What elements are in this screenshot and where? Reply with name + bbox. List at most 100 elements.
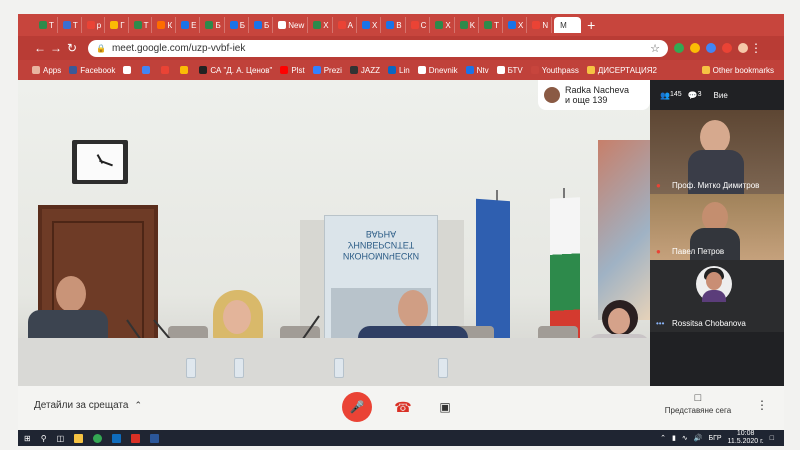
browser-tab[interactable]: B [383,17,406,33]
browser-tab[interactable]: A [335,17,357,33]
notifications-icon[interactable]: □ [770,435,774,442]
tab-favicon [229,21,238,29]
lock-icon: 🔒 [96,43,106,53]
tab-favicon [313,21,322,29]
tab-favicon [337,21,346,29]
participants-button[interactable]: 👥145 [660,91,682,100]
forward-arrow-icon[interactable]: → [48,41,64,55]
end-call-button[interactable]: ☎ [388,392,418,422]
presenter-pill[interactable]: Radka Nacheva и още 139 [538,80,650,110]
acrobat-icon[interactable] [131,433,141,443]
camera-toggle-button[interactable]: ▣ [430,392,460,422]
water-bottle [438,358,448,378]
bookmark-linkedin[interactable]: Lin [388,66,410,75]
chrome-icon[interactable] [93,433,103,443]
file-explorer-icon[interactable] [74,433,84,443]
mic-off-icon: ● [656,247,661,256]
panelist-head [56,276,86,312]
browser-tab[interactable]: X [359,17,382,33]
browser-tab[interactable]: X [505,17,528,33]
bookmark-youthpass[interactable]: Youthpass [530,66,579,75]
outlook-icon[interactable] [112,433,122,443]
more-options-icon[interactable]: ⋮ [756,398,768,412]
chat-icon: 💬 [687,90,698,100]
browser-tab[interactable]: K [457,17,480,33]
clock-face [77,144,123,180]
browser-tab[interactable]: N [529,17,553,33]
bookmark-dissertation[interactable]: ДИСЕРТАЦИЯ2 [586,66,657,75]
tab-favicon [410,21,419,29]
browser-tab[interactable]: X [432,17,455,33]
windows-start-icon[interactable]: ⊞ [24,434,31,443]
word-icon[interactable] [150,433,160,443]
extension-icon[interactable] [674,43,684,53]
bookmark-plst[interactable]: Plst [280,66,305,75]
browser-tab-active[interactable]: M [554,17,582,33]
browser-tab[interactable]: New [275,17,309,33]
tab-favicon [484,21,493,29]
browser-tab[interactable]: К [154,17,177,33]
self-view-label: Вие [713,90,728,100]
new-tab-button[interactable]: + [587,17,595,33]
tab-favicon [181,21,190,29]
bookmark-jazz[interactable]: JAZZ [349,66,380,75]
extension-icon[interactable] [722,43,732,53]
task-view-icon[interactable]: ◫ [57,434,65,443]
wifi-icon[interactable]: ∿ [682,434,688,442]
bookmark-dnevnik[interactable]: Dnevnik [417,66,458,75]
folder-icon [586,66,595,74]
bookmark-item[interactable] [180,66,191,74]
browser-tab[interactable]: T [60,17,82,33]
extension-icon[interactable] [706,43,716,53]
bookmark-item[interactable] [123,66,134,74]
url-bar[interactable]: 🔒 meet.google.com/uzp-vvbf-iek ☆ [88,39,668,57]
wall-clock [72,140,128,184]
reload-icon[interactable]: ↻ [64,41,80,55]
search-icon[interactable]: ⚲ [41,434,47,443]
speaking-indicator-icon: ••• [656,319,665,328]
bookmark-item[interactable] [142,66,153,74]
back-arrow-icon[interactable]: ← [32,41,48,55]
bookmark-prezi[interactable]: Prezi [312,66,342,75]
chat-button[interactable]: 💬3 [688,91,702,100]
browser-tab[interactable]: X [310,17,333,33]
meeting-details-button[interactable]: Детайли за срещата ⌃ [34,400,142,411]
language-indicator[interactable]: БГР [708,435,721,442]
profile-avatar-icon[interactable] [738,43,748,53]
browser-tab[interactable]: T [131,17,153,33]
tab-favicon [133,21,142,29]
bookmark-ntv[interactable]: Ntv [465,66,489,75]
presenter-more: и още 139 [565,95,608,105]
battery-icon[interactable]: ▮ [672,434,676,442]
taskbar-clock[interactable]: 10:08 11.5.2020 г. [728,430,764,446]
browser-tab[interactable]: Е [178,17,201,33]
browser-tab[interactable]: T [481,17,503,33]
volume-icon[interactable]: 🔊 [694,434,703,442]
browser-tab[interactable]: T [36,17,58,33]
tab-favicon [157,21,166,29]
clock-date: 11.5.2020 г. [727,438,764,445]
bookmark-apps[interactable]: Apps [32,66,61,75]
tray-chevron-icon[interactable]: ⌃ [660,434,666,442]
menu-kebab-icon[interactable]: ⋮ [748,41,764,55]
bookmark-facebook[interactable]: Facebook [69,66,115,75]
browser-tab[interactable]: Б [227,17,249,33]
dnevnik-icon [417,66,426,74]
meeting-details-label: Детайли за срещата [34,400,129,411]
extension-icon[interactable] [690,43,700,53]
participant-tile[interactable]: ● Павел Петров [650,194,784,260]
participant-tile[interactable]: ••• Rossitsa Chobanova [650,260,784,332]
browser-tab[interactable]: Б [202,17,225,33]
bookmark-item[interactable] [161,66,172,74]
browser-tab[interactable]: p [84,17,106,33]
bookmark-star-icon[interactable]: ☆ [650,42,660,55]
browser-tab[interactable]: Г [107,17,129,33]
bookmark-btv[interactable]: БТV [496,66,523,75]
other-bookmarks[interactable]: Other bookmarks [701,66,774,75]
mic-toggle-button[interactable]: 🎤 [342,392,372,422]
browser-tab[interactable]: Б [251,17,274,33]
present-now-button[interactable]: □ Представяне сега [658,392,738,415]
participant-tile[interactable]: ● Проф. Митко Димитров [650,110,784,194]
bookmark-tsenov[interactable]: СА "Д. А. Ценов" [199,66,272,75]
browser-tab[interactable]: C [408,17,431,33]
